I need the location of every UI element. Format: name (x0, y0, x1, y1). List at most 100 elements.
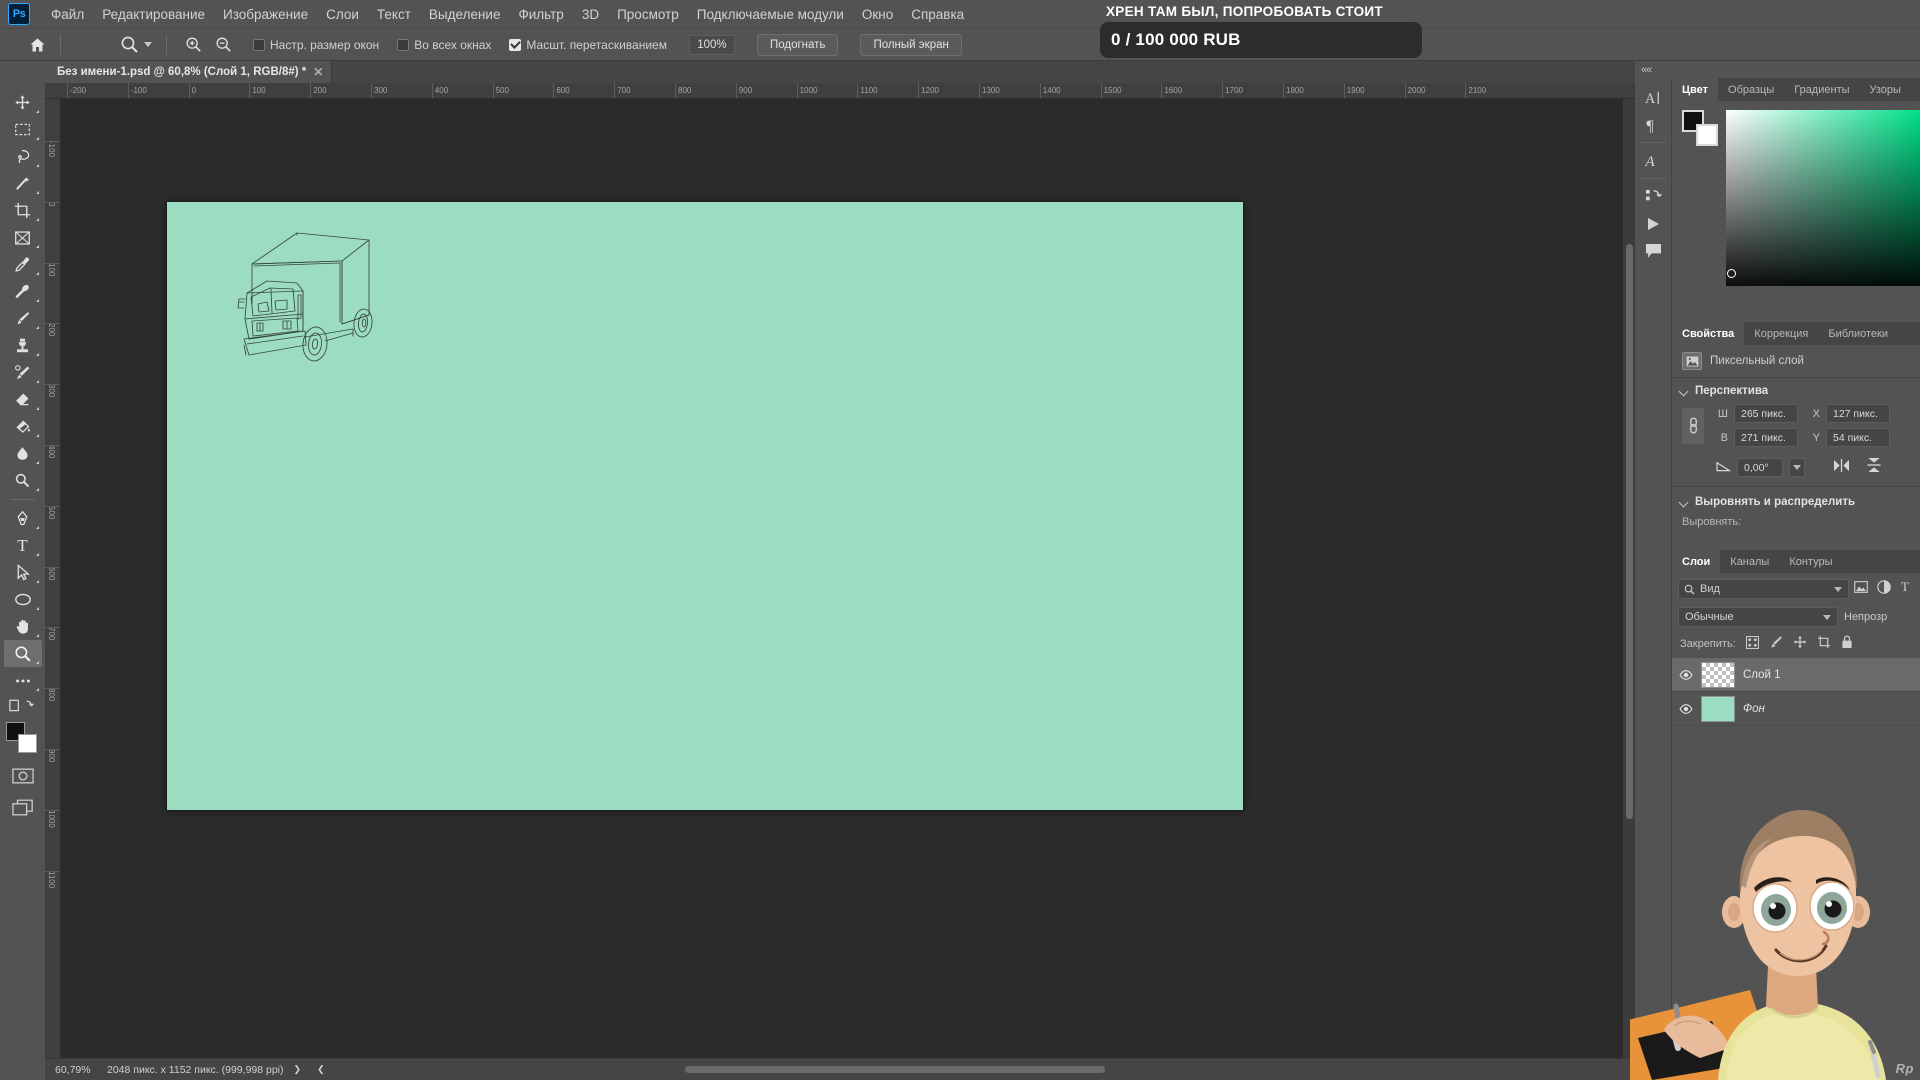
status-expand-arrow[interactable]: ❯ (294, 1064, 302, 1075)
blend-mode-select[interactable]: Обычные (1678, 607, 1838, 627)
background-color-swatch[interactable] (1696, 124, 1718, 146)
width-field[interactable]: 265 пикс. (1734, 404, 1798, 423)
home-icon[interactable] (22, 33, 52, 57)
image-filter-icon[interactable] (1854, 580, 1868, 598)
hand-tool[interactable] (4, 613, 42, 640)
tab-контуры[interactable]: Контуры (1779, 550, 1842, 573)
lock-all-icon[interactable] (1841, 635, 1853, 652)
tab-узоры[interactable]: Узоры (1860, 78, 1911, 101)
path-selection-tool[interactable] (4, 559, 42, 586)
brush-tool[interactable] (4, 305, 42, 332)
healing-brush-tool[interactable] (4, 278, 42, 305)
menu-item-7[interactable]: 3D (573, 3, 608, 26)
checkbox-box[interactable] (253, 39, 265, 51)
lock-transparency-icon[interactable] (1746, 636, 1759, 652)
magic-wand-tool[interactable] (4, 170, 42, 197)
chevron-down-icon[interactable] (1789, 458, 1805, 477)
align-section-header[interactable]: Выровнять и распределить (1672, 486, 1920, 513)
glyphs-panel-icon[interactable]: A (1638, 147, 1668, 174)
x-field[interactable]: 127 пикс. (1826, 404, 1890, 423)
tool-preset-picker[interactable] (117, 34, 152, 56)
close-icon[interactable]: ✕ (313, 65, 323, 79)
background-color-swatch[interactable] (18, 734, 37, 753)
tab-каналы[interactable]: Каналы (1720, 550, 1779, 573)
menu-item-5[interactable]: Выделение (420, 3, 510, 26)
color-picker-marker[interactable] (1727, 269, 1736, 278)
link-aspect-icon[interactable] (1682, 408, 1704, 444)
move-tool[interactable] (4, 89, 42, 116)
menu-item-11[interactable]: Справка (902, 3, 973, 26)
flip-horizontal-icon[interactable] (1833, 458, 1850, 478)
scrollbar-thumb[interactable] (685, 1066, 1105, 1073)
tab-слои[interactable]: Слои (1672, 550, 1720, 573)
menu-item-1[interactable]: Редактирование (93, 3, 214, 26)
tab-свойства[interactable]: Свойства (1672, 322, 1744, 345)
canvas-horizontal-scrollbar[interactable] (685, 1064, 1617, 1075)
collapse-panels-icon[interactable]: «« (1641, 64, 1651, 76)
menu-item-3[interactable]: Слои (317, 3, 368, 26)
frame-tool[interactable] (4, 224, 42, 251)
adjustment-filter-icon[interactable] (1877, 580, 1891, 599)
quick-mask-icon[interactable] (10, 765, 36, 787)
fit-screen-button[interactable]: Подогнать (757, 34, 838, 56)
layer-row[interactable]: Фон (1672, 692, 1920, 726)
eraser-tool[interactable] (4, 386, 42, 413)
lock-image-icon[interactable] (1769, 635, 1783, 652)
lasso-tool[interactable] (4, 143, 42, 170)
angle-field[interactable]: 0,00° (1737, 458, 1783, 477)
color-panel-body[interactable] (1672, 101, 1920, 316)
crop-tool[interactable] (4, 197, 42, 224)
scrollbar-thumb[interactable] (1626, 244, 1633, 819)
zoom-tool[interactable] (4, 640, 42, 667)
menu-item-9[interactable]: Подключаемые модули (688, 3, 853, 26)
tab-образцы[interactable]: Образцы (1718, 78, 1784, 101)
eye-icon[interactable] (1678, 704, 1693, 714)
canvas-vertical-scrollbar[interactable] (1622, 99, 1635, 1058)
layer-row[interactable]: Слой 1 (1672, 658, 1920, 692)
tab-коррекция[interactable]: Коррекция (1744, 322, 1818, 345)
tab-градиенты[interactable]: Градиенты (1784, 78, 1859, 101)
artboard[interactable] (167, 202, 1243, 810)
pen-tool[interactable] (4, 505, 42, 532)
flip-vertical-icon[interactable] (1866, 457, 1882, 478)
history-panel-icon[interactable] (1638, 183, 1668, 210)
menu-item-4[interactable]: Текст (368, 3, 420, 26)
layer-filter-select[interactable]: Вид (1678, 579, 1849, 599)
menu-item-0[interactable]: Файл (42, 3, 93, 26)
chevron-down-icon[interactable] (144, 42, 152, 47)
transform-section-header[interactable]: Перспектива (1672, 378, 1920, 402)
zoom-in-icon[interactable] (181, 33, 205, 57)
menu-item-6[interactable]: Фильтр (509, 3, 572, 26)
layer-thumbnail[interactable] (1701, 662, 1735, 688)
zoom-percent-field[interactable]: 100% (689, 35, 735, 55)
character-panel-icon[interactable]: A (1638, 84, 1668, 111)
chevron-down-icon[interactable] (1834, 587, 1842, 592)
menu-item-2[interactable]: Изображение (214, 3, 317, 26)
color-panel-swatches[interactable] (1682, 110, 1720, 150)
checkbox-resize-windows[interactable]: Настр. размер окон (253, 38, 379, 52)
text-filter-icon[interactable]: T (1900, 580, 1912, 598)
actions-panel-icon[interactable] (1638, 210, 1668, 237)
edit-toolbar-icon[interactable] (4, 694, 42, 716)
chevron-down-icon[interactable] (1680, 498, 1688, 506)
checkbox-all-windows[interactable]: Во всех окнах (397, 38, 491, 52)
color-swatches[interactable] (5, 722, 41, 756)
zoom-out-icon[interactable] (211, 33, 235, 57)
menu-item-8[interactable]: Просмотр (608, 3, 688, 26)
type-tool[interactable]: T (4, 532, 42, 559)
gradient-tool[interactable] (4, 413, 42, 440)
marquee-tool[interactable] (4, 116, 42, 143)
fullscreen-button[interactable]: Полный экран (860, 34, 961, 56)
notes-panel-icon[interactable] (1638, 237, 1668, 264)
lock-position-icon[interactable] (1793, 635, 1807, 652)
layer-thumbnail[interactable] (1701, 696, 1735, 722)
canvas-area[interactable] (61, 99, 1635, 1058)
ellipse-tool[interactable] (4, 586, 42, 613)
checkbox-box[interactable] (397, 39, 409, 51)
checkbox-scrubby-zoom[interactable]: Масшт. перетаскиванием (509, 38, 667, 52)
color-picker-field[interactable] (1726, 110, 1920, 286)
status-prev-arrow[interactable]: ❮ (317, 1064, 325, 1075)
dodge-tool[interactable] (4, 467, 42, 494)
tab-библиотеки[interactable]: Библиотеки (1818, 322, 1898, 345)
y-field[interactable]: 54 пикс. (1826, 428, 1890, 447)
